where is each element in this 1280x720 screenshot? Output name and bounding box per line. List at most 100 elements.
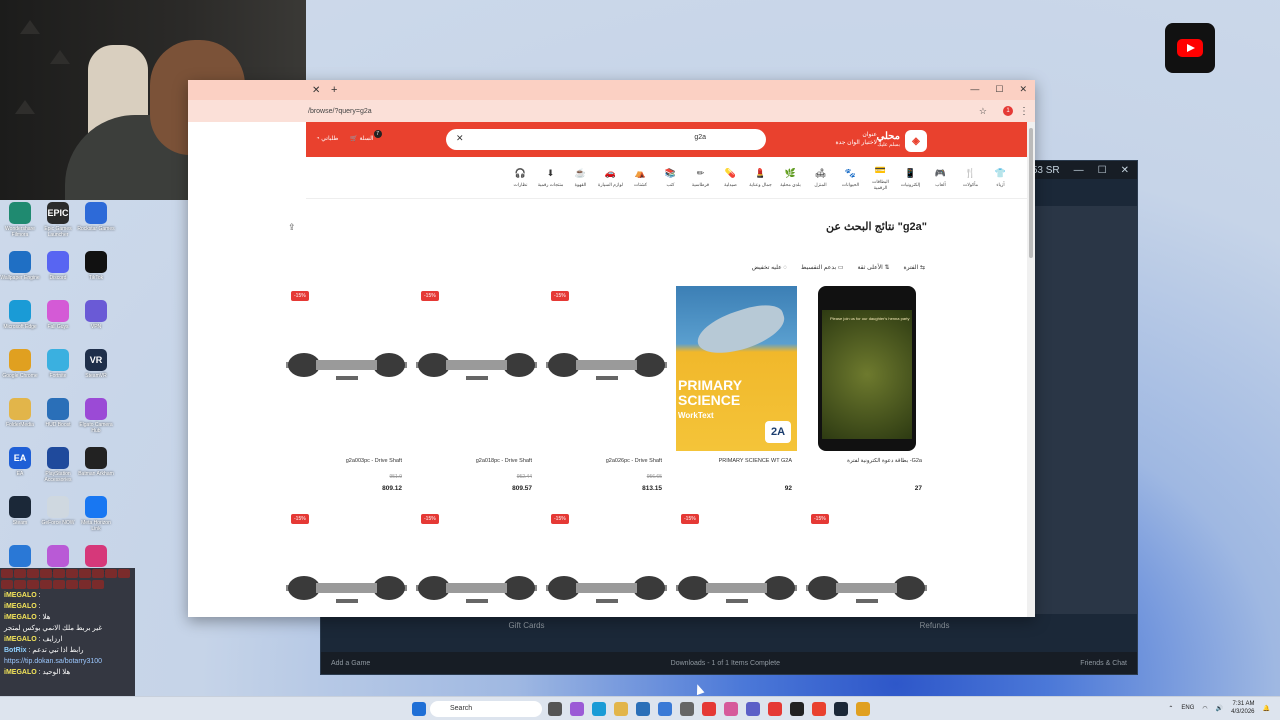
category-item[interactable]: 🍴 مأكولات bbox=[956, 168, 985, 188]
friends-chat-button[interactable]: Friends & Chat bbox=[1080, 660, 1127, 667]
category-item[interactable]: 🚗 لوازم السيارة bbox=[596, 168, 625, 188]
product-card[interactable]: -15% bbox=[416, 509, 537, 617]
youtube-music-icon[interactable] bbox=[768, 702, 782, 716]
product-image[interactable] bbox=[546, 286, 667, 451]
filter-chip[interactable]: بدعم التقسيط ▭ bbox=[801, 264, 844, 271]
product-card[interactable]: -15% g2a026pc - Drive Shaft 956.65 813.1… bbox=[546, 286, 667, 498]
category-item[interactable]: 📱 إلكترونيات bbox=[896, 168, 925, 188]
category-item[interactable]: ☕ القهوة bbox=[566, 168, 595, 188]
product-image[interactable] bbox=[286, 509, 407, 617]
product-image[interactable]: Please join us for our daughter's henna … bbox=[806, 286, 927, 451]
tab-close-icon[interactable]: ✕ bbox=[312, 85, 320, 96]
product-card[interactable]: -15% g2a018pc - Drive Shaft 952.44 809.5… bbox=[416, 286, 537, 498]
category-item[interactable]: 🌿 بلدي محلية bbox=[776, 168, 805, 188]
search-input[interactable]: g2a bbox=[694, 134, 706, 141]
product-card[interactable]: -15% bbox=[676, 509, 797, 617]
language-indicator[interactable]: ENG bbox=[1181, 705, 1194, 711]
minimize-icon[interactable]: — bbox=[970, 84, 979, 95]
category-item[interactable]: 👕 أزياء bbox=[986, 168, 1015, 188]
photos-icon[interactable] bbox=[724, 702, 738, 716]
desktop-icon[interactable]: FolderMedia bbox=[0, 398, 40, 428]
desktop-icon[interactable]: VPN bbox=[76, 300, 116, 330]
desktop-icon[interactable]: EPIC Epic Games Launcher bbox=[38, 202, 78, 238]
category-item[interactable]: 🐾 الحيوانات bbox=[836, 168, 865, 188]
chevron-up-icon[interactable]: ⌃ bbox=[1168, 705, 1173, 712]
category-item[interactable]: 💊 صيدلية bbox=[716, 168, 745, 188]
maximize-icon[interactable]: ☐ bbox=[995, 84, 1003, 95]
notification-icon[interactable]: 🔔 bbox=[1263, 705, 1270, 712]
youtube-app-icon[interactable] bbox=[702, 702, 716, 716]
product-image[interactable] bbox=[676, 509, 797, 617]
product-name[interactable]: PRIMARY SCIENCE WT G2A bbox=[719, 458, 792, 464]
share-icon[interactable]: ⇪ bbox=[288, 222, 296, 233]
product-name[interactable]: g2a026pc - Drive Shaft bbox=[606, 458, 662, 464]
desktop-icon[interactable]: Rockstar Games bbox=[76, 202, 116, 232]
category-item[interactable]: 💄 جمال وعناية bbox=[746, 168, 775, 188]
product-card[interactable]: -15% g2a003pc - Drive Shaft 951.9 809.12 bbox=[286, 286, 407, 498]
desktop-icon[interactable]: Google Chrome bbox=[0, 349, 40, 379]
cart-button[interactable]: 🛒 السلة 7 bbox=[350, 130, 382, 142]
refunds-link[interactable]: Refunds bbox=[920, 621, 950, 630]
product-image[interactable] bbox=[416, 509, 537, 617]
start-icon[interactable] bbox=[412, 702, 426, 716]
store-icon[interactable] bbox=[658, 702, 672, 716]
product-image[interactable] bbox=[546, 509, 667, 617]
browser-app-icon[interactable] bbox=[812, 702, 826, 716]
desktop-icon[interactable]: Fortnite bbox=[38, 349, 78, 379]
new-tab-icon[interactable]: + bbox=[331, 84, 337, 96]
desktop-icon[interactable]: Microsoft Edge bbox=[0, 300, 40, 330]
more-menu-icon[interactable]: ⋮ bbox=[1019, 106, 1029, 117]
clock[interactable]: 7:31 AM 4/3/2026 bbox=[1231, 700, 1254, 716]
product-name[interactable]: g2a003pc - Drive Shaft bbox=[346, 458, 402, 464]
desktop-icon[interactable]: GeForce NOW bbox=[38, 496, 78, 526]
copilot-icon[interactable] bbox=[570, 702, 584, 716]
close-icon[interactable]: ✕ bbox=[1019, 84, 1027, 95]
product-card[interactable]: -15% bbox=[286, 509, 407, 617]
product-name[interactable]: g2a018pc - Drive Shaft bbox=[476, 458, 532, 464]
desktop-icon[interactable]: Wallpaper Engine bbox=[0, 251, 40, 281]
product-card[interactable]: -15% bbox=[806, 509, 927, 617]
desktop-icon[interactable]: Discord bbox=[38, 251, 78, 281]
task-view-icon[interactable] bbox=[548, 702, 562, 716]
volume-icon[interactable]: 🔊 bbox=[1216, 705, 1223, 712]
desktop-icon[interactable]: TikTok bbox=[76, 251, 116, 281]
taskbar-search[interactable]: Search bbox=[430, 701, 542, 717]
site-logo[interactable]: محلي بسلم عليك ◈ bbox=[877, 130, 927, 152]
extension-icon[interactable]: 1 bbox=[1003, 106, 1013, 116]
category-item[interactable]: 🎮 ألعاب bbox=[926, 168, 955, 188]
downloads-status[interactable]: Downloads - 1 of 1 Items Complete bbox=[671, 660, 780, 667]
category-item[interactable]: 💳 البطاقات الرقمية bbox=[866, 165, 895, 191]
product-card[interactable]: -15% bbox=[546, 509, 667, 617]
explorer-icon[interactable] bbox=[614, 702, 628, 716]
filter-chip[interactable]: عليه تخفيض ◌ bbox=[752, 264, 787, 271]
filter-chip[interactable]: الفترة ⇆ bbox=[904, 264, 926, 271]
desktop-icon[interactable]: PlayStation Accessories bbox=[38, 447, 78, 483]
clear-search-icon[interactable]: ✕ bbox=[456, 133, 464, 144]
category-item[interactable]: 🎧 نظارات bbox=[506, 168, 535, 188]
desktop-icon[interactable]: EA EA bbox=[0, 447, 40, 477]
product-image[interactable] bbox=[286, 286, 407, 451]
desktop-icon[interactable]: Fall Guys bbox=[38, 300, 78, 330]
teams-icon[interactable] bbox=[746, 702, 760, 716]
desktop-icon[interactable]: Elgato Camera Hub bbox=[76, 398, 116, 434]
minimize-icon[interactable]: — bbox=[1074, 165, 1084, 176]
chrome-icon[interactable] bbox=[856, 702, 870, 716]
product-image[interactable] bbox=[416, 286, 537, 451]
filter-chip[interactable]: الأعلى ثقة ⇅ bbox=[858, 264, 890, 271]
product-image[interactable]: PRIMARY SCIENCE WorkText 2A bbox=[676, 286, 797, 451]
edge-icon[interactable] bbox=[592, 702, 606, 716]
product-image[interactable] bbox=[806, 509, 927, 617]
calendar-icon[interactable] bbox=[636, 702, 650, 716]
gift-cards-link[interactable]: Gift Cards bbox=[509, 621, 545, 630]
category-item[interactable]: 🛋 المنزل bbox=[806, 168, 835, 188]
maximize-icon[interactable]: ☐ bbox=[1098, 165, 1107, 176]
product-card[interactable]: PRIMARY SCIENCE WorkText 2A PRIMARY SCIENCE… bbox=[676, 286, 797, 498]
desktop-icon[interactable]: Meta Horizon Link bbox=[76, 496, 116, 532]
desktop-icon[interactable]: Wondershare Filmora bbox=[0, 202, 40, 238]
bookmark-star-icon[interactable]: ☆ bbox=[979, 106, 987, 117]
url-text[interactable]: /browse/?query=g2a bbox=[308, 108, 372, 115]
chat-text[interactable]: https://tip.dokan.sa/botarry3100 bbox=[4, 658, 102, 665]
steam-app-icon[interactable] bbox=[834, 702, 848, 716]
category-item[interactable]: 📚 كتب bbox=[656, 168, 685, 188]
settings-icon[interactable] bbox=[680, 702, 694, 716]
